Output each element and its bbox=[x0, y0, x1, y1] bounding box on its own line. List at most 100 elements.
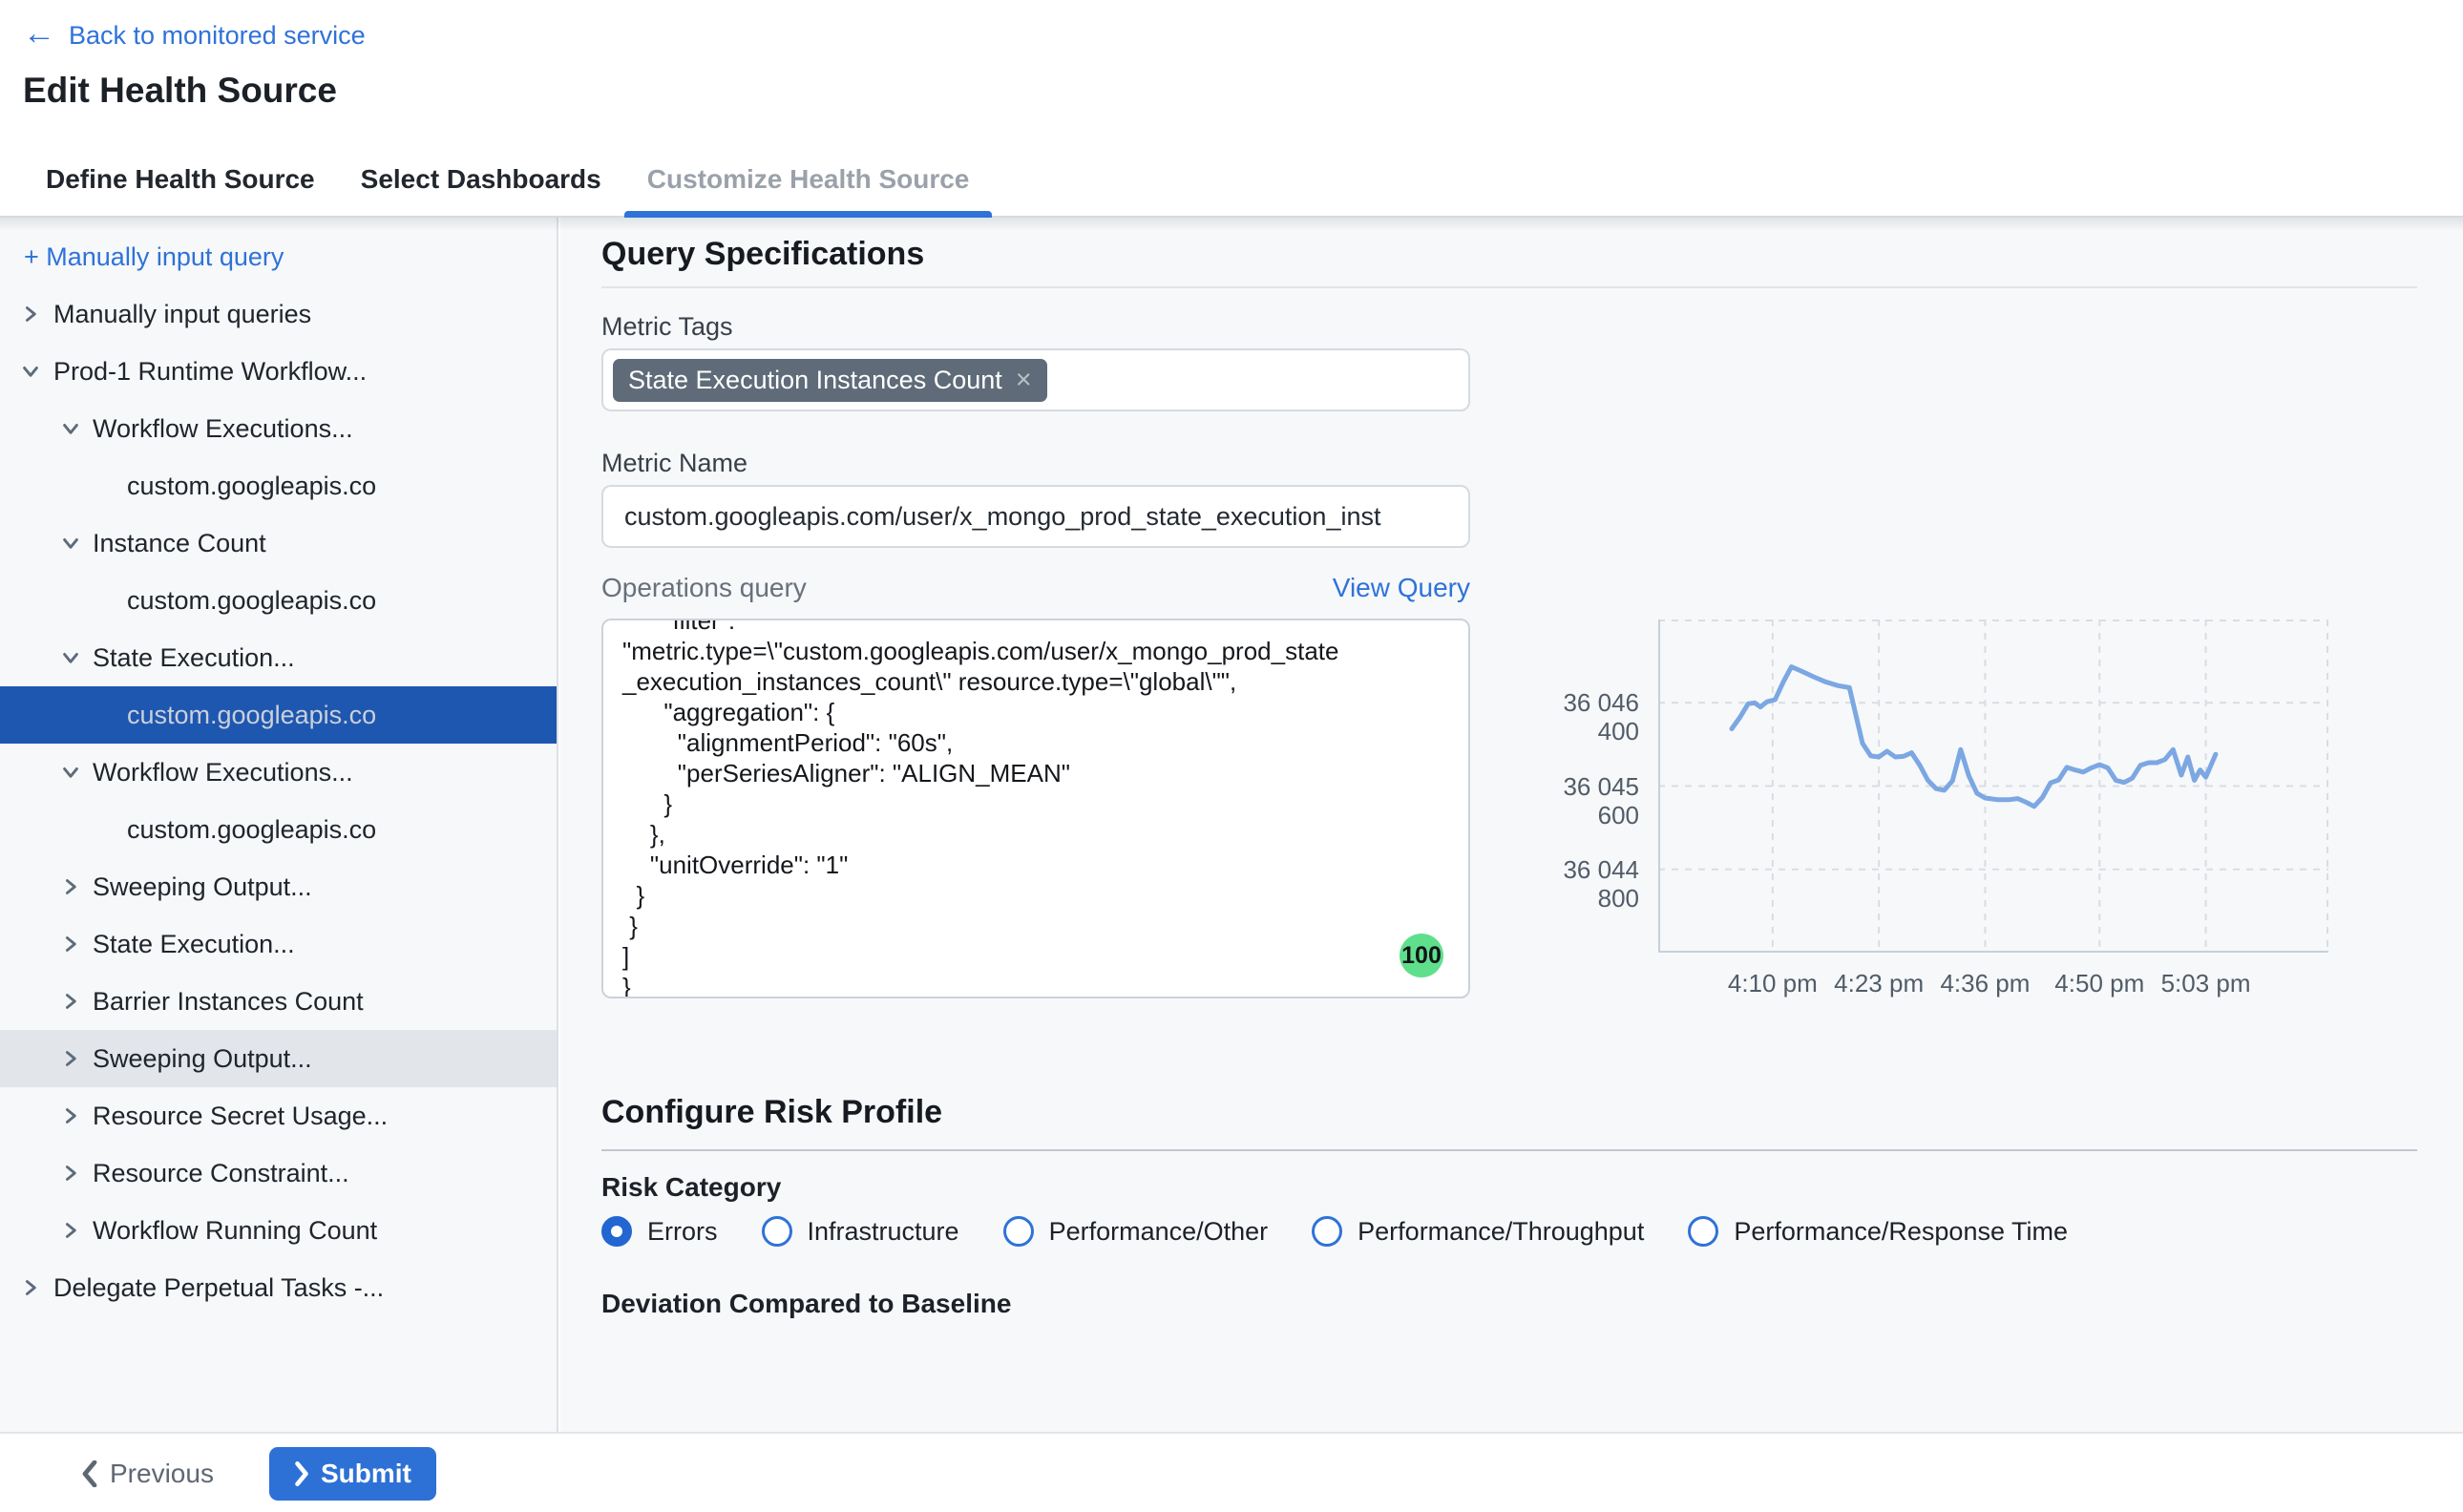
tree-item-label: Resource Constraint... bbox=[93, 1159, 349, 1188]
tree-item-label: Workflow Executions... bbox=[93, 758, 353, 788]
chevron-down-icon[interactable] bbox=[59, 417, 82, 440]
chevron-down-icon[interactable] bbox=[59, 532, 82, 555]
tree-item-custom-googleapis-co[interactable]: custom.googleapis.co bbox=[0, 686, 557, 744]
tree-item-manually-input-queries[interactable]: Manually input queries bbox=[0, 285, 557, 343]
tree-item-sweeping-output[interactable]: Sweeping Output... bbox=[0, 858, 557, 915]
x-axis-tick-label: 4:50 pm bbox=[2042, 969, 2157, 998]
metric-preview-chart: 36 046 40036 045 60036 044 8004:10 pm4:2… bbox=[1515, 611, 2431, 1012]
tree-item-label: Workflow Running Count bbox=[93, 1216, 377, 1246]
risk-radio-performance-response-time[interactable]: Performance/Response Time bbox=[1688, 1216, 2068, 1247]
tab-customize-health-source[interactable]: Customize Health Source bbox=[624, 143, 993, 216]
metric-tags-label: Metric Tags bbox=[601, 312, 733, 342]
tree-item-label: Delegate Perpetual Tasks -... bbox=[53, 1273, 384, 1303]
chevron-down-icon[interactable] bbox=[59, 646, 82, 669]
chevron-left-icon bbox=[81, 1460, 98, 1487]
tree-item-label: Prod-1 Runtime Workflow... bbox=[53, 357, 367, 387]
tree-item-workflow-running-count[interactable]: Workflow Running Count bbox=[0, 1202, 557, 1259]
chevron-right-icon[interactable] bbox=[59, 1219, 82, 1242]
tree-item-custom-googleapis-co[interactable]: custom.googleapis.co bbox=[0, 801, 557, 858]
tree-item-sweeping-output[interactable]: Sweeping Output... bbox=[0, 1030, 557, 1087]
chevron-right-icon[interactable] bbox=[59, 1104, 82, 1127]
tree-item-barrier-instances-count[interactable]: Barrier Instances Count bbox=[0, 973, 557, 1030]
chevron-down-icon[interactable] bbox=[59, 761, 82, 784]
radio-label: Performance/Response Time bbox=[1734, 1217, 2068, 1247]
query-tree-sidebar: + Manually input query Manually input qu… bbox=[0, 218, 558, 1432]
tree-item-label: Sweeping Output... bbox=[93, 872, 312, 902]
tab-bar: Define Health SourceSelect DashboardsCus… bbox=[0, 143, 2463, 218]
query-tree: Manually input queries Prod-1 Runtime Wor… bbox=[0, 285, 557, 1316]
footer: Previous Submit bbox=[0, 1432, 2463, 1512]
tree-item-resource-constraint[interactable]: Resource Constraint... bbox=[0, 1144, 557, 1202]
tree-item-custom-googleapis-co[interactable]: custom.googleapis.co bbox=[0, 457, 557, 514]
main-panel: Query Specifications Metric Tags State E… bbox=[560, 218, 2463, 1432]
x-axis-tick-label: 4:36 pm bbox=[1927, 969, 2042, 998]
x-axis-tick-label: 5:03 pm bbox=[2149, 969, 2263, 998]
metric-name-label: Metric Name bbox=[601, 449, 747, 478]
divider bbox=[601, 286, 2417, 288]
radio-icon[interactable] bbox=[1003, 1216, 1034, 1247]
tree-item-prod-1-runtime-workflow[interactable]: Prod-1 Runtime Workflow... bbox=[0, 343, 557, 400]
risk-radio-performance-other[interactable]: Performance/Other bbox=[1003, 1216, 1269, 1247]
risk-radio-infrastructure[interactable]: Infrastructure bbox=[762, 1216, 959, 1247]
y-axis-tick-label: 36 046 400 bbox=[1515, 688, 1639, 717]
view-query-link[interactable]: View Query bbox=[1333, 573, 1470, 603]
previous-button[interactable]: Previous bbox=[81, 1434, 214, 1512]
radio-icon[interactable] bbox=[1688, 1216, 1718, 1247]
header: ← Back to monitored service Edit Health … bbox=[0, 0, 2463, 218]
submit-button-label: Submit bbox=[321, 1459, 411, 1489]
chevron-right-icon[interactable] bbox=[59, 875, 82, 898]
tree-item-label: State Execution... bbox=[93, 930, 295, 959]
operations-query-textarea[interactable]: "filter": "metric.type=\"custom.googleap… bbox=[601, 619, 1470, 998]
configure-risk-profile-title: Configure Risk Profile bbox=[601, 1094, 942, 1131]
tree-item-workflow-executions[interactable]: Workflow Executions... bbox=[0, 400, 557, 457]
radio-icon[interactable] bbox=[1312, 1216, 1342, 1247]
tree-item-label: custom.googleapis.co bbox=[127, 815, 376, 845]
risk-category-label: Risk Category bbox=[601, 1172, 781, 1203]
page-title: Edit Health Source bbox=[23, 71, 337, 111]
y-axis-tick-label: 36 044 800 bbox=[1515, 855, 1639, 884]
chevron-right-icon[interactable] bbox=[59, 1162, 82, 1185]
tree-item-resource-secret-usage[interactable]: Resource Secret Usage... bbox=[0, 1087, 557, 1144]
add-manual-query-button[interactable]: + Manually input query bbox=[0, 218, 557, 285]
x-axis-tick-label: 4:23 pm bbox=[1821, 969, 1936, 998]
tree-item-delegate-perpetual-tasks[interactable]: Delegate Perpetual Tasks -... bbox=[0, 1259, 557, 1316]
chevron-right-icon[interactable] bbox=[59, 933, 82, 956]
radio-label: Infrastructure bbox=[808, 1217, 959, 1247]
tree-item-label: State Execution... bbox=[93, 643, 295, 673]
radio-selected-icon[interactable] bbox=[601, 1216, 632, 1247]
operations-query-label: Operations query bbox=[601, 573, 807, 603]
submit-button[interactable]: Submit bbox=[269, 1447, 436, 1501]
chevron-right-icon[interactable] bbox=[59, 990, 82, 1013]
radio-label: Performance/Throughput bbox=[1358, 1217, 1644, 1247]
tree-item-label: Manually input queries bbox=[53, 300, 311, 329]
remove-tag-icon[interactable]: × bbox=[1016, 367, 1032, 394]
tree-item-instance-count[interactable]: Instance Count bbox=[0, 514, 557, 572]
tree-item-state-execution[interactable]: State Execution... bbox=[0, 629, 557, 686]
back-link[interactable]: ← Back to monitored service bbox=[23, 19, 366, 52]
radio-icon[interactable] bbox=[762, 1216, 792, 1247]
metric-tag-chip-label: State Execution Instances Count bbox=[628, 366, 1002, 395]
metric-name-input[interactable]: custom.googleapis.com/user/x_mongo_prod_… bbox=[601, 485, 1470, 548]
chevron-right-icon[interactable] bbox=[19, 303, 42, 326]
chevron-right-icon[interactable] bbox=[19, 1276, 42, 1299]
tree-item-custom-googleapis-co[interactable]: custom.googleapis.co bbox=[0, 572, 557, 629]
risk-radio-errors[interactable]: Errors bbox=[601, 1216, 718, 1247]
tree-item-label: Resource Secret Usage... bbox=[93, 1102, 388, 1131]
risk-radio-performance-throughput[interactable]: Performance/Throughput bbox=[1312, 1216, 1644, 1247]
tree-item-state-execution[interactable]: State Execution... bbox=[0, 915, 557, 973]
tab-select-dashboards[interactable]: Select Dashboards bbox=[338, 143, 624, 216]
operations-query-row: Operations query View Query bbox=[601, 573, 1470, 603]
tree-item-label: custom.googleapis.co bbox=[127, 586, 376, 616]
chevron-down-icon[interactable] bbox=[19, 360, 42, 383]
risk-category-radio-group: Errors Infrastructure Performance/Other Per… bbox=[601, 1216, 2068, 1247]
tree-item-workflow-executions[interactable]: Workflow Executions... bbox=[0, 744, 557, 801]
line-chart-plot bbox=[1658, 620, 2328, 953]
tree-item-label: Barrier Instances Count bbox=[93, 987, 364, 1017]
metric-tags-input[interactable]: State Execution Instances Count × bbox=[601, 348, 1470, 411]
tree-item-label: custom.googleapis.co bbox=[127, 472, 376, 501]
tree-item-label: Workflow Executions... bbox=[93, 414, 353, 444]
tab-define-health-source[interactable]: Define Health Source bbox=[23, 143, 338, 216]
back-arrow-icon: ← bbox=[23, 17, 55, 50]
chevron-right-icon[interactable] bbox=[59, 1047, 82, 1070]
deviation-label: Deviation Compared to Baseline bbox=[601, 1289, 1011, 1319]
